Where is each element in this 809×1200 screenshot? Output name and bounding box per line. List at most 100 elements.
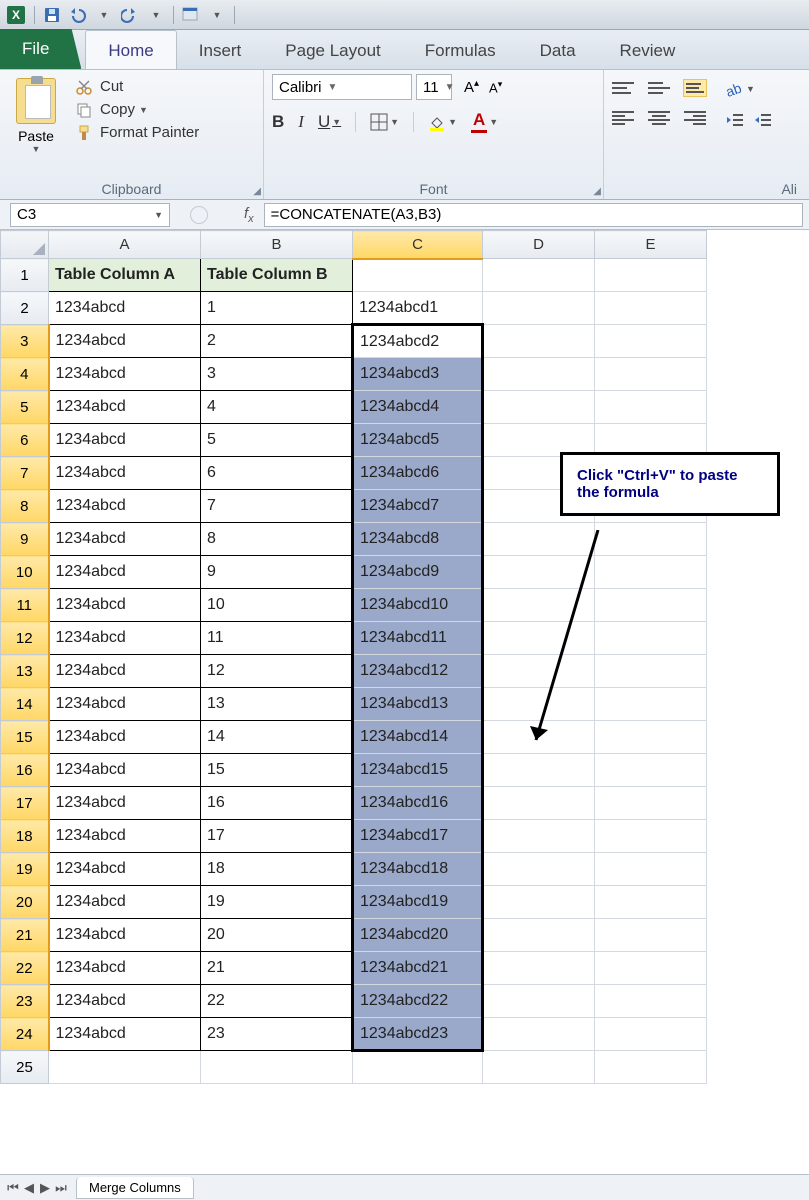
italic-button[interactable]: I — [298, 112, 304, 132]
cell-C13[interactable]: 1234abcd12 — [353, 655, 483, 688]
cell-D1[interactable] — [483, 259, 595, 292]
cell-B7[interactable]: 6 — [201, 457, 353, 490]
cut-button[interactable]: Cut — [74, 78, 199, 95]
cell-C12[interactable]: 1234abcd11 — [353, 622, 483, 655]
cell-D24[interactable] — [483, 1018, 595, 1051]
cell-E17[interactable] — [595, 787, 707, 820]
cell-B25[interactable] — [201, 1051, 353, 1084]
cell-A16[interactable]: 1234abcd — [49, 754, 201, 787]
borders-button[interactable]: ▼ — [370, 113, 399, 131]
cell-A10[interactable]: 1234abcd — [49, 556, 201, 589]
cell-C22[interactable]: 1234abcd21 — [353, 952, 483, 985]
undo-dropdown-icon[interactable]: ▼ — [93, 4, 115, 26]
cell-E1[interactable] — [595, 259, 707, 292]
column-header-B[interactable]: B — [201, 231, 353, 259]
select-all-corner[interactable] — [1, 231, 49, 259]
cell-A21[interactable]: 1234abcd — [49, 919, 201, 952]
cell-D17[interactable] — [483, 787, 595, 820]
cell-D23[interactable] — [483, 985, 595, 1018]
align-left-button[interactable] — [612, 110, 634, 126]
save-icon[interactable] — [41, 4, 63, 26]
cell-B15[interactable]: 14 — [201, 721, 353, 754]
tab-file[interactable]: File — [0, 29, 81, 69]
cell-A11[interactable]: 1234abcd — [49, 589, 201, 622]
cell-C21[interactable]: 1234abcd20 — [353, 919, 483, 952]
cell-C5[interactable]: 1234abcd4 — [353, 391, 483, 424]
cell-C1[interactable] — [353, 259, 483, 292]
cell-B2[interactable]: 1 — [201, 292, 353, 325]
cell-D22[interactable] — [483, 952, 595, 985]
align-center-button[interactable] — [648, 110, 670, 126]
customize-qat-icon[interactable] — [180, 4, 202, 26]
row-header-3[interactable]: 3 — [1, 325, 49, 358]
cell-C10[interactable]: 1234abcd9 — [353, 556, 483, 589]
cell-C14[interactable]: 1234abcd13 — [353, 688, 483, 721]
cell-A9[interactable]: 1234abcd — [49, 523, 201, 556]
cell-C17[interactable]: 1234abcd16 — [353, 787, 483, 820]
cell-D20[interactable] — [483, 886, 595, 919]
decrease-indent-button[interactable] — [726, 112, 744, 133]
cell-B22[interactable]: 21 — [201, 952, 353, 985]
column-header-A[interactable]: A — [49, 231, 201, 259]
sheet-tab-active[interactable]: Merge Columns — [76, 1177, 194, 1199]
fill-color-button[interactable]: ▼ — [428, 113, 457, 131]
cell-C16[interactable]: 1234abcd15 — [353, 754, 483, 787]
grow-font-button[interactable]: A▴ — [464, 78, 479, 96]
cell-D2[interactable] — [483, 292, 595, 325]
align-top-button[interactable] — [612, 80, 634, 96]
font-color-button[interactable]: A ▼ — [471, 110, 498, 133]
cell-E12[interactable] — [595, 622, 707, 655]
customize-dropdown-icon[interactable]: ▼ — [206, 4, 228, 26]
formula-bar[interactable]: =CONCATENATE(A3,B3) — [264, 203, 803, 227]
cell-B4[interactable]: 3 — [201, 358, 353, 391]
sheet-nav-last-icon[interactable]: ⏭ — [54, 1180, 68, 1196]
cell-B19[interactable]: 18 — [201, 853, 353, 886]
row-header-9[interactable]: 9 — [1, 523, 49, 556]
cell-A22[interactable]: 1234abcd — [49, 952, 201, 985]
cell-A20[interactable]: 1234abcd — [49, 886, 201, 919]
cell-E11[interactable] — [595, 589, 707, 622]
cell-B11[interactable]: 10 — [201, 589, 353, 622]
cell-B23[interactable]: 22 — [201, 985, 353, 1018]
cell-B9[interactable]: 8 — [201, 523, 353, 556]
row-header-11[interactable]: 11 — [1, 589, 49, 622]
row-header-24[interactable]: 24 — [1, 1018, 49, 1051]
cell-C24[interactable]: 1234abcd23 — [353, 1018, 483, 1051]
cell-C18[interactable]: 1234abcd17 — [353, 820, 483, 853]
row-header-16[interactable]: 16 — [1, 754, 49, 787]
cell-B18[interactable]: 17 — [201, 820, 353, 853]
cell-E15[interactable] — [595, 721, 707, 754]
cell-D18[interactable] — [483, 820, 595, 853]
cell-E3[interactable] — [595, 325, 707, 358]
cell-A19[interactable]: 1234abcd — [49, 853, 201, 886]
cell-C9[interactable]: 1234abcd8 — [353, 523, 483, 556]
cell-E22[interactable] — [595, 952, 707, 985]
tab-data[interactable]: Data — [518, 31, 598, 69]
cell-A15[interactable]: 1234abcd — [49, 721, 201, 754]
cell-C25[interactable] — [353, 1051, 483, 1084]
tab-insert[interactable]: Insert — [177, 31, 264, 69]
cell-B13[interactable]: 12 — [201, 655, 353, 688]
cell-B6[interactable]: 5 — [201, 424, 353, 457]
cell-A7[interactable]: 1234abcd — [49, 457, 201, 490]
font-dialog-launcher-icon[interactable]: ◢ — [593, 186, 601, 197]
sheet-nav-first-icon[interactable]: ⏮ — [6, 1180, 20, 1196]
cell-A2[interactable]: 1234abcd — [49, 292, 201, 325]
cell-B12[interactable]: 11 — [201, 622, 353, 655]
row-header-4[interactable]: 4 — [1, 358, 49, 391]
cell-E24[interactable] — [595, 1018, 707, 1051]
cell-B16[interactable]: 15 — [201, 754, 353, 787]
row-header-17[interactable]: 17 — [1, 787, 49, 820]
cell-E14[interactable] — [595, 688, 707, 721]
cell-A23[interactable]: 1234abcd — [49, 985, 201, 1018]
row-header-13[interactable]: 13 — [1, 655, 49, 688]
cell-A1[interactable]: Table Column A — [49, 259, 201, 292]
font-name-combo[interactable]: Calibri ▼ — [272, 74, 412, 100]
tab-home[interactable]: Home — [85, 30, 176, 69]
cell-E16[interactable] — [595, 754, 707, 787]
cell-B10[interactable]: 9 — [201, 556, 353, 589]
clipboard-dialog-launcher-icon[interactable]: ◢ — [253, 186, 261, 197]
row-header-5[interactable]: 5 — [1, 391, 49, 424]
cell-E2[interactable] — [595, 292, 707, 325]
cell-A18[interactable]: 1234abcd — [49, 820, 201, 853]
